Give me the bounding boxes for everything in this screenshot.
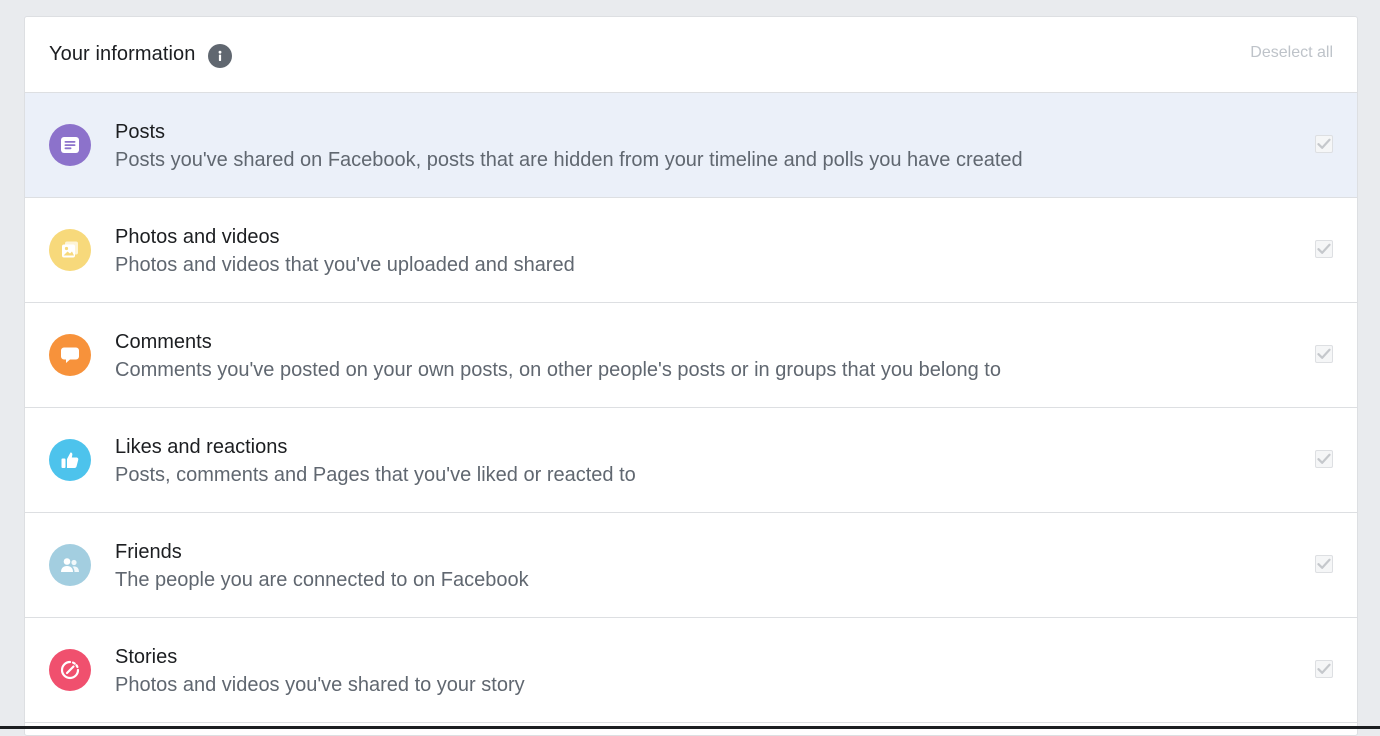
row-text: Photos and videos Photos and videos that… <box>115 225 575 277</box>
item-title: Comments <box>115 330 1001 354</box>
check-icon <box>1317 348 1331 360</box>
item-title: Likes and reactions <box>115 435 636 459</box>
posts-icon <box>49 124 91 166</box>
item-description: The people you are connected to on Faceb… <box>115 568 529 592</box>
info-icon[interactable] <box>208 44 232 68</box>
deselect-all-button[interactable]: Deselect all <box>1250 44 1333 62</box>
list-item-stories[interactable]: Stories Photos and videos you've shared … <box>25 618 1357 723</box>
list-item-likes-and-reactions[interactable]: Likes and reactions Posts, comments and … <box>25 408 1357 513</box>
row-text: Stories Photos and videos you've shared … <box>115 645 525 697</box>
item-description: Photos and videos you've shared to your … <box>115 673 525 697</box>
stories-checkbox[interactable] <box>1315 660 1333 678</box>
check-icon <box>1317 558 1331 570</box>
row-text: Likes and reactions Posts, comments and … <box>115 435 636 487</box>
check-icon <box>1317 138 1331 150</box>
check-icon <box>1317 453 1331 465</box>
row-text: Friends The people you are connected to … <box>115 540 529 592</box>
comments-checkbox[interactable] <box>1315 345 1333 363</box>
your-information-card: Your information Deselect all Posts Post… <box>24 16 1358 736</box>
friends-icon <box>49 544 91 586</box>
row-text: Posts Posts you've shared on Facebook, p… <box>115 120 1023 172</box>
posts-checkbox[interactable] <box>1315 135 1333 153</box>
item-title: Stories <box>115 645 525 669</box>
row-text: Comments Comments you've posted on your … <box>115 330 1001 382</box>
likes-and-reactions-checkbox[interactable] <box>1315 450 1333 468</box>
comments-icon <box>49 334 91 376</box>
list-item-photos-and-videos[interactable]: Photos and videos Photos and videos that… <box>25 198 1357 303</box>
check-icon <box>1317 663 1331 675</box>
item-description: Posts you've shared on Facebook, posts t… <box>115 148 1023 172</box>
item-title: Posts <box>115 120 1023 144</box>
item-description: Comments you've posted on your own posts… <box>115 358 1001 382</box>
item-title: Friends <box>115 540 529 564</box>
friends-checkbox[interactable] <box>1315 555 1333 573</box>
list-item-friends[interactable]: Friends The people you are connected to … <box>25 513 1357 618</box>
list-item-posts[interactable]: Posts Posts you've shared on Facebook, p… <box>25 93 1357 198</box>
list-item-comments[interactable]: Comments Comments you've posted on your … <box>25 303 1357 408</box>
item-title: Photos and videos <box>115 225 575 249</box>
section-title: Your information <box>49 43 196 66</box>
card-header: Your information Deselect all <box>25 17 1357 93</box>
item-description: Photos and videos that you've uploaded a… <box>115 253 575 277</box>
item-description: Posts, comments and Pages that you've li… <box>115 463 636 487</box>
check-icon <box>1317 243 1331 255</box>
stories-icon <box>49 649 91 691</box>
thumbs-up-icon <box>49 439 91 481</box>
photos-icon <box>49 229 91 271</box>
photos-and-videos-checkbox[interactable] <box>1315 240 1333 258</box>
